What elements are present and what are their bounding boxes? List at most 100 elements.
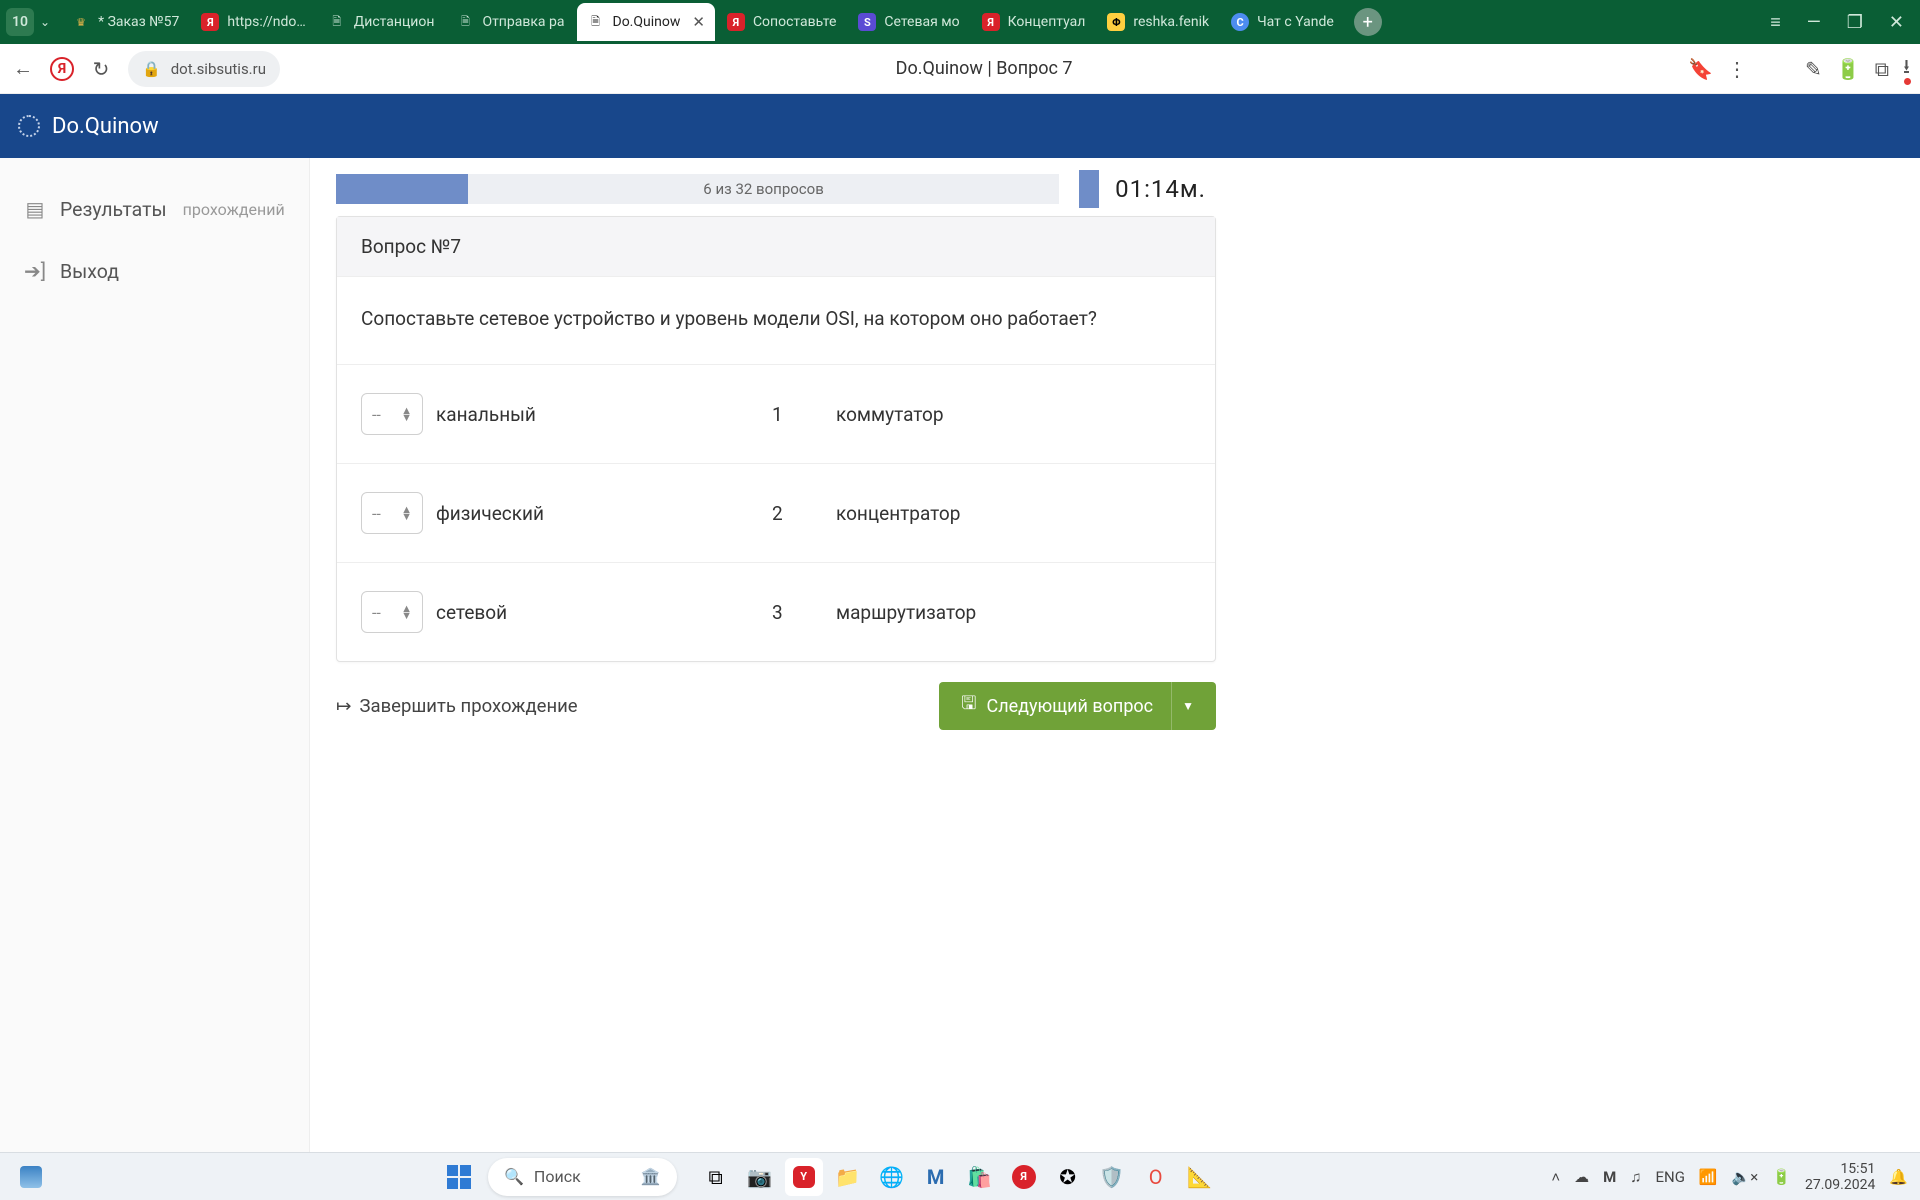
back-button[interactable]: ← <box>10 56 36 82</box>
next-question-button[interactable]: 🖫 Следующий вопрос ▼ <box>939 682 1216 730</box>
maximize-icon[interactable]: ❐ <box>1847 12 1863 33</box>
taskbar: 🔍 Поиск 🏛️ ⧉ 📷 Y 📁 🌐 M 🛍️ Я ✪ 🛡️ O 📐 ˄ ☁… <box>0 1152 1920 1200</box>
s-icon: S <box>858 13 876 31</box>
sidebar-results-label: Результаты <box>60 198 167 221</box>
widgets-icon[interactable] <box>12 1158 50 1196</box>
reload-button[interactable]: ↻ <box>88 56 114 82</box>
book-icon: ▤ <box>24 197 46 221</box>
right-num-1: 1 <box>766 403 836 426</box>
start-button[interactable] <box>440 1158 478 1196</box>
timer: 01:14м. <box>1105 175 1216 203</box>
app-edge-icon[interactable]: 🌐 <box>873 1158 911 1196</box>
progress-fill <box>336 174 468 204</box>
left-label-3: сетевой <box>436 601 766 624</box>
notification-dot-icon <box>1902 76 1913 87</box>
app-yandex-icon[interactable]: Y <box>785 1158 823 1196</box>
app-tool-icon[interactable]: 📐 <box>1181 1158 1219 1196</box>
tab-3[interactable]: 🗎Отправка ра <box>446 3 574 41</box>
timer-block <box>1079 170 1099 208</box>
browser-tab-strip: 10 ⌄ ♛* Заказ №57 Яhttps://ndo… 🗎Дистанц… <box>0 0 1920 44</box>
sidebar-logout-label: Выход <box>60 260 119 283</box>
tab-7[interactable]: ЯКонцептуал <box>972 3 1096 41</box>
save-icon: 🖫 <box>961 691 976 721</box>
logout-icon: ➔] <box>24 259 46 283</box>
tab-0[interactable]: ♛* Заказ №57 <box>62 3 189 41</box>
select-3[interactable]: --▲▼ <box>361 591 423 633</box>
sidebar-results-sub: прохождений <box>183 200 285 219</box>
sort-icon: ▲▼ <box>401 407 412 421</box>
right-num-3: 3 <box>766 601 836 624</box>
select-1[interactable]: --▲▼ <box>361 393 423 435</box>
taskview-icon[interactable]: ⧉ <box>697 1158 735 1196</box>
exit-icon: ↦ <box>336 695 352 717</box>
tab-2[interactable]: 🗎Дистанцион <box>318 3 445 41</box>
app-star-icon[interactable]: ✪ <box>1049 1158 1087 1196</box>
search-placeholder: Поиск <box>534 1167 581 1186</box>
tray-battery-icon[interactable]: 🔋 <box>1772 1168 1791 1186</box>
left-label-1: канальный <box>436 403 766 426</box>
tab-6[interactable]: SСетевая мо <box>848 3 969 41</box>
tray-volume-icon[interactable]: 🔈× <box>1732 1168 1759 1186</box>
app-ya-red-icon[interactable]: Я <box>1005 1158 1043 1196</box>
finish-button[interactable]: ↦ Завершить прохождение <box>336 695 578 717</box>
extensions-icon[interactable]: ⧉ <box>1875 57 1889 81</box>
tray-equalizer-icon[interactable]: ♫ <box>1630 1168 1641 1186</box>
downloads-icon[interactable]: ⭳ <box>1903 52 1910 86</box>
right-label-2: концентратор <box>836 502 1191 525</box>
question-text: Сопоставьте сетевое устройство и уровень… <box>337 277 1215 365</box>
minimize-icon[interactable]: — <box>1807 12 1821 33</box>
match-row-3: --▲▼ сетевой 3 маршрутизатор <box>337 563 1215 661</box>
app-explorer-icon[interactable]: 📁 <box>829 1158 867 1196</box>
document-icon: 🗎 <box>587 13 605 31</box>
tab-8[interactable]: Φreshka.fenik <box>1097 3 1219 41</box>
sidebar: ▤ Результаты прохождений ➔] Выход <box>0 158 310 1152</box>
app-camera-icon[interactable]: 📷 <box>741 1158 779 1196</box>
app-store-icon[interactable]: 🛍️ <box>961 1158 999 1196</box>
sidebar-item-logout[interactable]: ➔] Выход <box>0 240 309 302</box>
app-logo-icon <box>18 115 40 137</box>
tab-5[interactable]: ЯСопоставьте <box>717 3 846 41</box>
question-card: Вопрос №7 Сопоставьте сетевое устройство… <box>336 216 1216 662</box>
app-shield-icon[interactable]: 🛡️ <box>1093 1158 1131 1196</box>
tray-clock[interactable]: 15:51 27.09.2024 <box>1805 1161 1875 1193</box>
tray-lang[interactable]: ENG <box>1655 1168 1684 1186</box>
content: 6 из 32 вопросов 01:14м. Вопрос №7 Сопос… <box>310 158 1920 1152</box>
chat-icon: C <box>1231 13 1249 31</box>
kebab-menu-icon[interactable]: ⋮ <box>1727 57 1747 81</box>
tab-dropdown-icon[interactable]: ⌄ <box>40 15 50 29</box>
url-toolbar: ← Я ↻ 🔒 dot.sibsutis.ru Do.Quinow | Вопр… <box>0 44 1920 94</box>
pen-icon[interactable]: ✎ <box>1805 57 1822 81</box>
search-icon: 🔍 <box>504 1167 524 1186</box>
close-icon[interactable]: ✕ <box>692 13 705 31</box>
tray-wifi-icon[interactable]: 📶 <box>1699 1168 1718 1186</box>
new-tab-button[interactable]: + <box>1354 8 1382 36</box>
bookmark-icon[interactable]: 🔖 <box>1688 57 1713 81</box>
tray-notifications-icon[interactable]: 🔔 <box>1889 1168 1908 1186</box>
app-opera-icon[interactable]: O <box>1137 1158 1175 1196</box>
tab-9[interactable]: CЧат с Yande <box>1221 3 1344 41</box>
tray-chevron-icon[interactable]: ˄ <box>1551 1168 1560 1186</box>
right-label-1: коммутатор <box>836 403 1191 426</box>
match-row-1: --▲▼ канальный 1 коммутатор <box>337 365 1215 464</box>
tab-count-button[interactable]: 10 <box>6 8 34 36</box>
caret-down-icon: ▼ <box>1182 699 1194 713</box>
close-window-icon[interactable]: ✕ <box>1889 12 1904 33</box>
question-number: Вопрос №7 <box>337 217 1215 277</box>
left-label-2: физический <box>436 502 766 525</box>
sidebar-item-results[interactable]: ▤ Результаты прохождений <box>0 178 309 240</box>
tab-1[interactable]: Яhttps://ndo… <box>191 3 315 41</box>
menu-icon[interactable]: ≡ <box>1770 12 1781 33</box>
select-2[interactable]: --▲▼ <box>361 492 423 534</box>
tray-m-icon[interactable]: M <box>1603 1168 1616 1186</box>
taskbar-search[interactable]: 🔍 Поиск 🏛️ <box>488 1158 677 1196</box>
app-m-icon[interactable]: M <box>917 1158 955 1196</box>
tab-4-active[interactable]: 🗎Do.Quinow✕ <box>577 3 715 41</box>
address-bar[interactable]: 🔒 dot.sibsutis.ru <box>128 51 280 87</box>
app-header: Do.Quinow <box>0 94 1920 158</box>
lock-icon: 🔒 <box>142 60 161 78</box>
yandex-icon: Я <box>727 13 745 31</box>
yandex-home-button[interactable]: Я <box>50 57 74 81</box>
sort-icon: ▲▼ <box>401 506 412 520</box>
match-row-2: --▲▼ физический 2 концентратор <box>337 464 1215 563</box>
tray-cloud-icon[interactable]: ☁ <box>1574 1168 1589 1186</box>
